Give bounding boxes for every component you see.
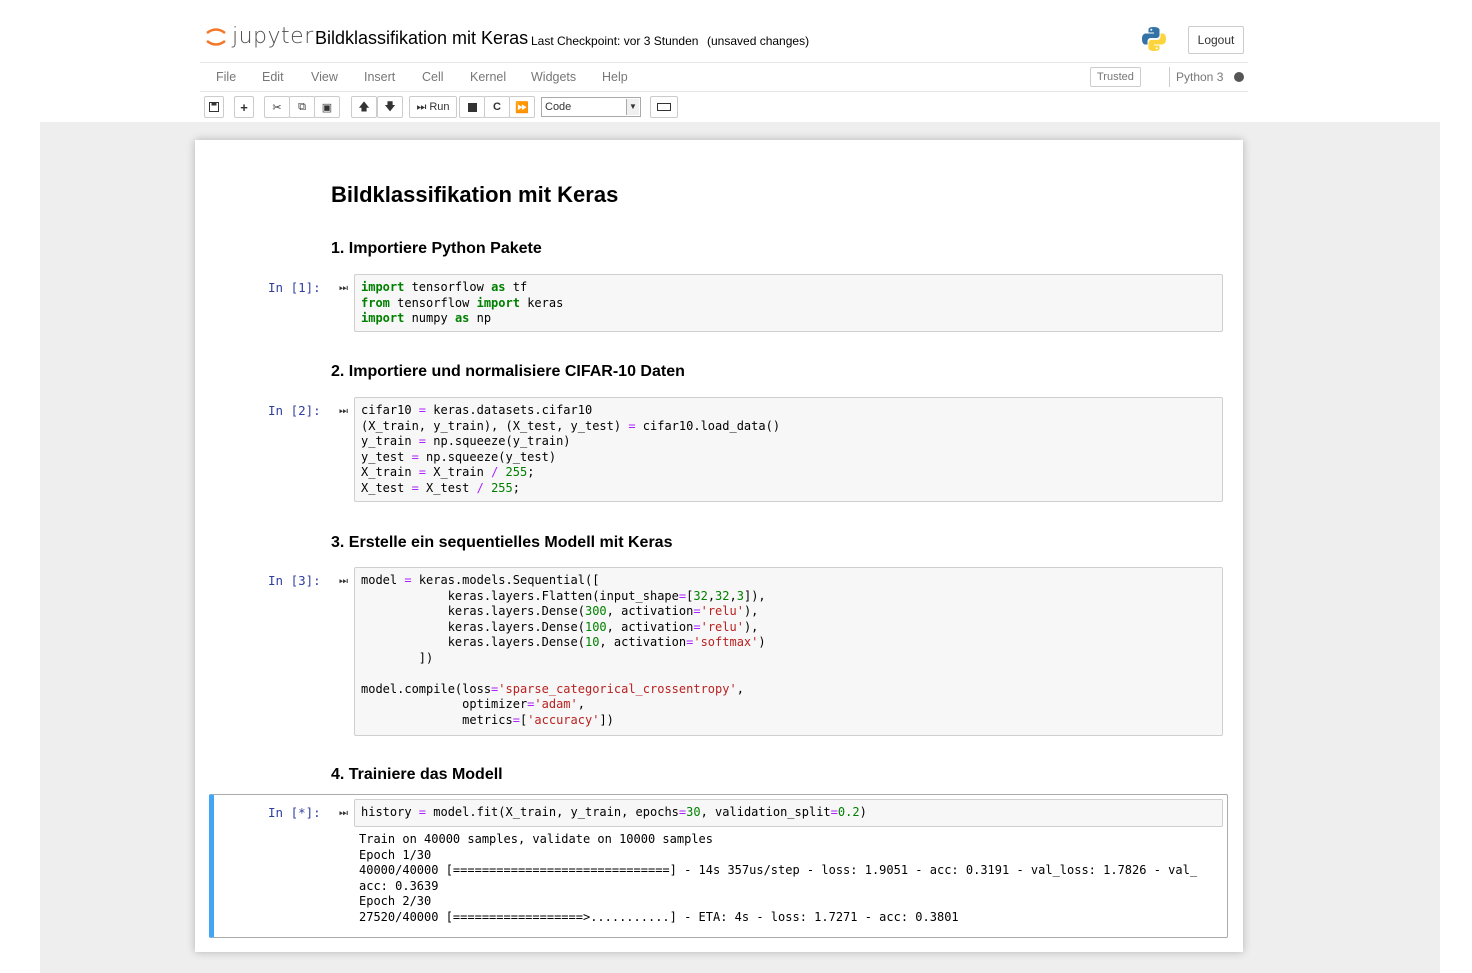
menu-file[interactable]: File — [216, 70, 236, 84]
notebook-container: Bildklassifikation mit Keras 1. Importie… — [195, 140, 1243, 952]
code-cell-2[interactable]: cifar10 = keras.datasets.cifar10 (X_trai… — [354, 397, 1223, 502]
run-cell-icon[interactable]: ⏭ — [339, 283, 348, 294]
chevron-down-icon: ▼ — [626, 99, 639, 115]
move-down-button[interactable]: 🡇 — [377, 96, 403, 118]
code-cell-1[interactable]: import tensorflow as tf from tensorflow … — [354, 274, 1223, 332]
code-cell-3[interactable]: model = keras.models.Sequential([ keras.… — [354, 567, 1223, 736]
move-up-icon: 🡅 — [358, 100, 370, 113]
checkpoint-status: Last Checkpoint: vor 3 Stunden — [531, 34, 699, 48]
menu-widgets[interactable]: Widgets — [531, 70, 576, 84]
paste-icon: ▣ — [321, 101, 333, 114]
menu-kernel[interactable]: Kernel — [470, 70, 506, 84]
section-heading-2: 2. Importiere und normalisiere CIFAR-10 … — [331, 363, 685, 380]
logout-button[interactable]: Logout — [1188, 26, 1244, 54]
jupyter-logo-icon — [206, 27, 226, 46]
move-up-button[interactable]: 🡅 — [351, 96, 377, 118]
run-cell-icon[interactable]: ⏭ — [339, 576, 348, 587]
jupyter-logo[interactable]: jupyter — [205, 24, 314, 49]
trusted-indicator[interactable]: Trusted — [1090, 67, 1141, 87]
python-logo-icon — [1141, 26, 1167, 57]
menu-insert[interactable]: Insert — [364, 70, 395, 84]
autosave-status: (unsaved changes) — [707, 34, 810, 48]
fast-forward-icon: ⏩ — [515, 101, 529, 114]
move-down-icon: 🡇 — [384, 100, 396, 113]
interrupt-button[interactable] — [459, 96, 485, 118]
section-heading-3: 3. Erstelle ein sequentielles Modell mit… — [331, 534, 673, 551]
paste-button[interactable]: ▣ — [314, 96, 340, 118]
run-icon: ⏭ — [416, 100, 427, 113]
input-prompt-1: In [1]: — [268, 280, 321, 295]
restart-icon: C — [493, 101, 501, 113]
run-label: Run — [429, 101, 450, 113]
notebook-name[interactable]: Bildklassifikation mit Keras — [315, 28, 528, 49]
save-icon — [209, 102, 219, 112]
menu-cell[interactable]: Cell — [422, 70, 444, 84]
save-button[interactable] — [204, 96, 224, 118]
menu-help[interactable]: Help — [602, 70, 628, 84]
add-cell-button[interactable]: + — [234, 96, 254, 118]
run-cell-icon[interactable]: ⏭ — [339, 406, 348, 417]
cell-type-select[interactable]: Code ▼ — [541, 97, 641, 117]
menubar: File Edit View Insert Cell Kernel Widget… — [200, 62, 1248, 92]
cut-button[interactable]: ✂ — [264, 96, 290, 118]
cell-output: Train on 40000 samples, validate on 1000… — [359, 832, 1198, 924]
code-cell-4[interactable]: history = model.fit(X_train, y_train, ep… — [354, 799, 1223, 827]
logo-text: jupyter — [232, 24, 314, 49]
input-prompt-3: In [3]: — [268, 573, 321, 588]
restart-run-all-button[interactable]: ⏩ — [509, 96, 535, 118]
menu-view[interactable]: View — [311, 70, 338, 84]
input-prompt-2: In [2]: — [268, 403, 321, 418]
run-cell-icon[interactable]: ⏭ — [339, 808, 348, 819]
command-palette-button[interactable] — [650, 96, 678, 118]
menu-edit[interactable]: Edit — [262, 70, 284, 84]
restart-button[interactable]: C — [484, 96, 510, 118]
cut-icon: ✂ — [272, 101, 282, 114]
input-prompt-4: In [*]: — [268, 805, 321, 820]
copy-button[interactable]: ⧉ — [289, 96, 315, 118]
run-button[interactable]: ⏭ Run — [409, 96, 457, 118]
section-heading-1: 1. Importiere Python Pakete — [331, 240, 542, 257]
kernel-name: Python 3 — [1176, 70, 1224, 84]
cell-type-value: Code — [545, 101, 572, 113]
kernel-busy-indicator — [1234, 72, 1244, 82]
add-cell-icon: + — [240, 99, 248, 115]
notebook-heading: Bildklassifikation mit Keras — [331, 182, 619, 207]
keyboard-icon — [657, 103, 671, 111]
stop-icon — [467, 102, 477, 112]
copy-icon: ⧉ — [298, 100, 306, 113]
section-heading-4: 4. Trainiere das Modell — [331, 766, 503, 783]
kernel-separator — [1169, 67, 1170, 87]
